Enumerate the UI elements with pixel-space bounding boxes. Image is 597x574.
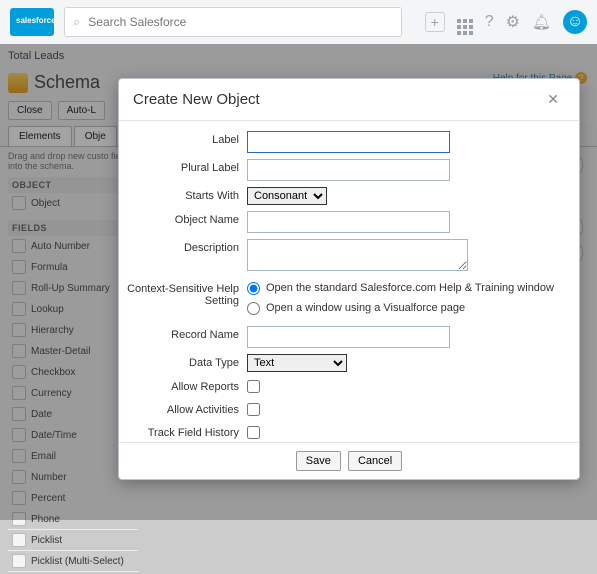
help-icon[interactable]: ? — [485, 13, 494, 31]
avatar[interactable]: ☺ — [563, 10, 587, 34]
allowact-label: Allow Activities — [119, 401, 247, 416]
save-button[interactable]: Save — [296, 451, 341, 471]
apps-icon[interactable] — [457, 10, 473, 35]
plus-icon[interactable]: + — [425, 12, 445, 32]
close-icon[interactable]: ✕ — [541, 89, 565, 110]
ctx-label: Context-Sensitive Help Setting — [119, 280, 247, 307]
ctx-vf-radio[interactable] — [247, 302, 260, 315]
dtype-select[interactable]: Text — [247, 354, 347, 372]
label-label: Label — [119, 131, 247, 146]
starts-select[interactable]: Consonant — [247, 187, 327, 205]
objname-label: Object Name — [119, 211, 247, 226]
objname-input[interactable] — [247, 211, 450, 233]
dtype-label: Data Type — [119, 354, 247, 369]
modal-footer: Save Cancel — [119, 442, 579, 479]
search-input[interactable] — [86, 14, 393, 30]
modal-header: Create New Object ✕ — [119, 79, 579, 121]
rec-label: Record Name — [119, 326, 247, 341]
modal-body: Label Plural Label Starts WithConsonant … — [119, 121, 579, 442]
plural-input[interactable] — [247, 159, 450, 181]
cancel-button[interactable]: Cancel — [348, 451, 402, 471]
modal-title: Create New Object — [133, 91, 541, 108]
ctx-standard-label: Open the standard Salesforce.com Help & … — [266, 282, 554, 294]
desc-label: Description — [119, 239, 247, 254]
header: salesforce ⌕ + ? ⚙ 🔔︎ ☺ — [0, 0, 597, 45]
field-icon — [12, 554, 26, 568]
rec-input[interactable] — [247, 326, 450, 348]
allowrep-label: Allow Reports — [119, 378, 247, 393]
bell-icon[interactable]: 🔔︎ — [532, 13, 551, 31]
plural-label: Plural Label — [119, 159, 247, 174]
create-object-modal: Create New Object ✕ Label Plural Label S… — [118, 78, 580, 480]
search-container[interactable]: ⌕ — [64, 7, 402, 37]
ctx-vf-label: Open a window using a Visualforce page — [266, 302, 465, 314]
allowrep-check[interactable] — [247, 380, 260, 393]
field-icon — [12, 533, 26, 547]
desc-input[interactable] — [247, 239, 468, 271]
track-check[interactable] — [247, 426, 260, 439]
salesforce-logo: salesforce — [10, 8, 54, 36]
search-icon: ⌕ — [73, 14, 80, 30]
label-input[interactable] — [247, 131, 450, 153]
ctx-standard-radio[interactable] — [247, 282, 260, 295]
sidebar-field-item[interactable]: Picklist (Multi-Select) — [8, 551, 138, 572]
sidebar-field-item[interactable]: Picklist — [8, 530, 138, 551]
starts-label: Starts With — [119, 187, 247, 202]
gear-icon[interactable]: ⚙ — [506, 12, 520, 32]
header-icons: + ? ⚙ 🔔︎ ☺ — [425, 10, 587, 35]
allowact-check[interactable] — [247, 403, 260, 416]
track-label: Track Field History — [119, 424, 247, 439]
